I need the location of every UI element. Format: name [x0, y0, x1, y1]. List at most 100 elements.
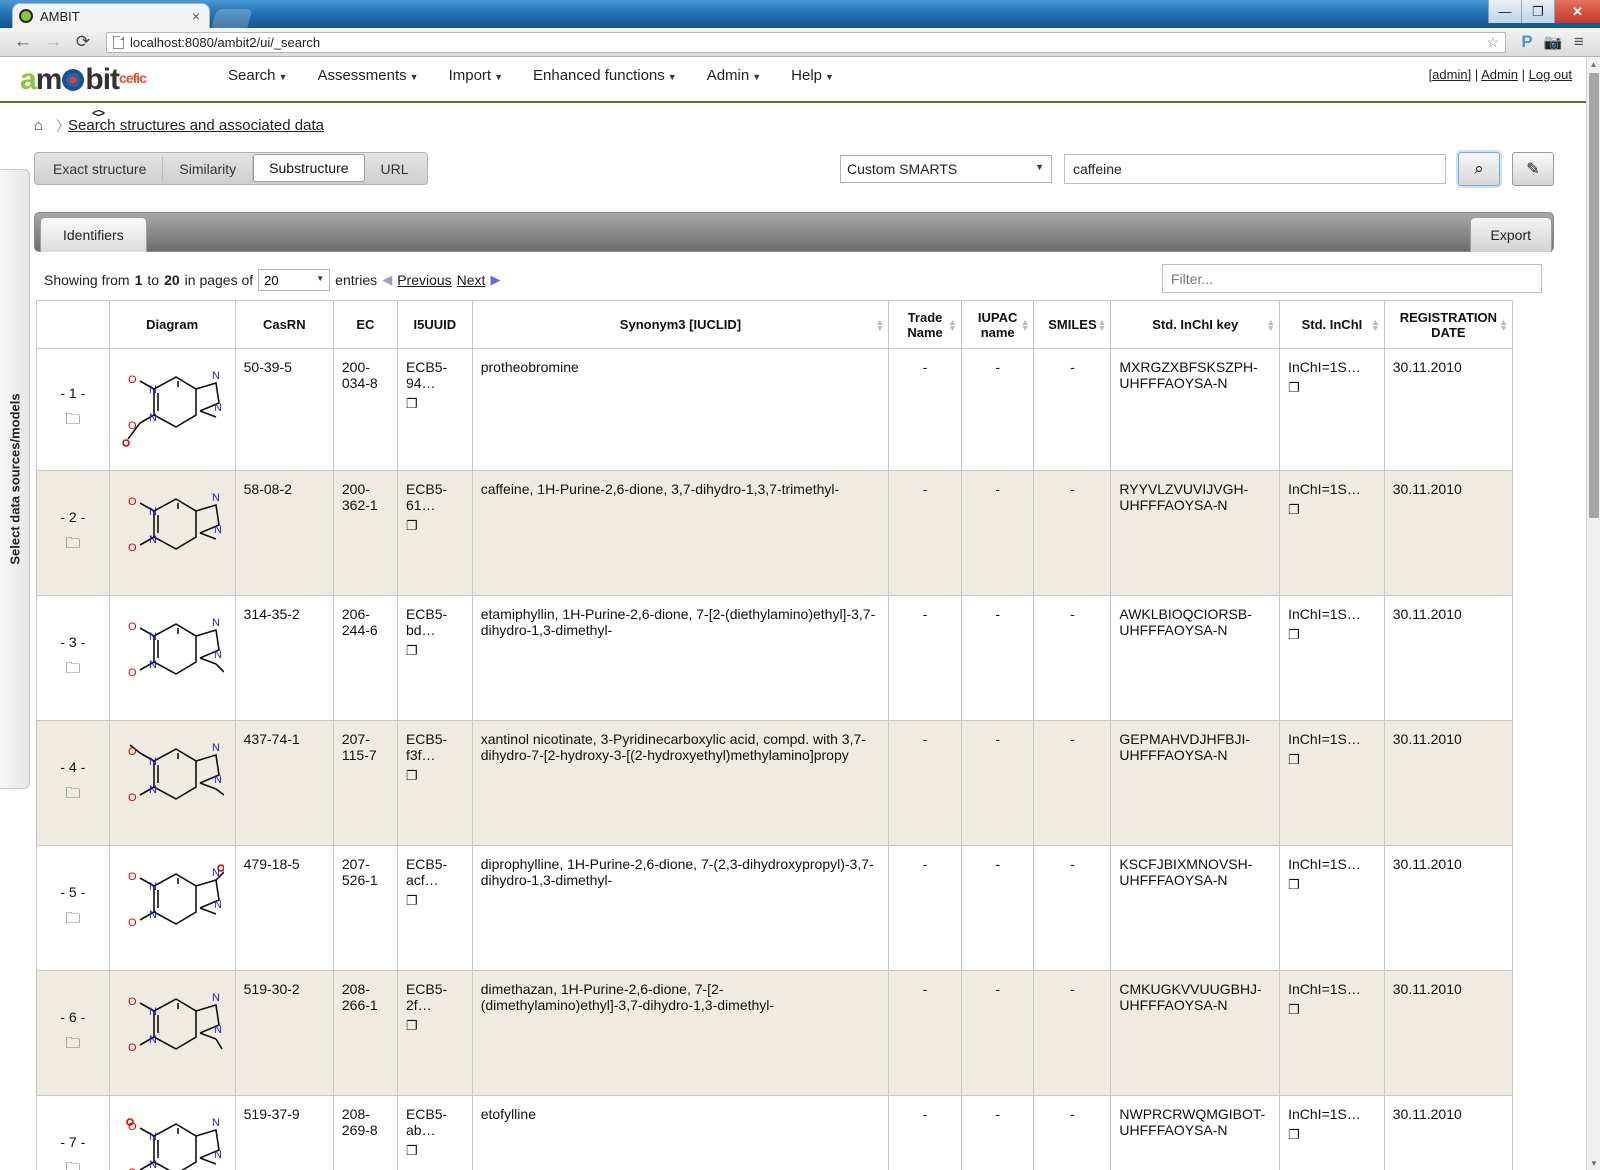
cell-diagram[interactable]: N N N N O O [108, 845, 236, 971]
camera-icon[interactable]: 📷 [1540, 33, 1566, 51]
draw-structure-button[interactable]: ✎ [1512, 152, 1554, 186]
nav-item-admin[interactable]: Admin ▼ [707, 67, 761, 84]
table-row[interactable]: - 2 - 🗀 N N N N O O 58-08-2 200-362-1 EC… [36, 470, 1514, 596]
table-row[interactable]: - 4 - 🗀 N N N N O O 437-74-1 207-115-7 E… [36, 720, 1514, 846]
copy-icon[interactable]: ❐ [1288, 877, 1376, 893]
browser-tab[interactable]: AMBIT × [12, 3, 210, 28]
pocket-icon[interactable]: P [1514, 32, 1540, 52]
table-row[interactable]: - 3 - 🗀 N N N N O O 314-35-2 206-244-6 E… [36, 595, 1514, 721]
cell-diagram[interactable]: N N N N O O [108, 470, 236, 596]
cell-diagram[interactable]: N N N N O O [108, 970, 236, 1096]
home-icon[interactable]: ⌂ [34, 117, 43, 134]
copy-icon[interactable]: ❐ [1288, 380, 1376, 396]
copy-icon[interactable]: ❐ [406, 396, 464, 412]
sort-arrows-icon[interactable]: ▲ ▼ [1499, 317, 1508, 332]
scroll-down-icon[interactable]: ▼ [1587, 1156, 1600, 1170]
copy-icon[interactable]: ❐ [406, 518, 464, 534]
ambit-logo[interactable]: am bitcefic [20, 63, 147, 97]
sort-arrows-icon[interactable]: ▲ ▼ [1021, 317, 1030, 332]
tab-substructure[interactable]: Substructure [253, 154, 365, 182]
forward-icon[interactable]: → [38, 31, 68, 53]
tab-identifiers[interactable]: Identifiers [40, 217, 147, 252]
admin-link[interactable]: Admin [1481, 67, 1518, 82]
copy-icon[interactable]: ❐ [406, 768, 464, 784]
window-close-icon[interactable]: ✕ [1554, 0, 1600, 23]
page-scrollbar[interactable]: ▲ ▼ [1586, 57, 1600, 1170]
cell-diagram[interactable]: N N N N O O [108, 595, 236, 721]
copy-icon[interactable]: ❐ [406, 643, 464, 659]
back-icon[interactable]: ← [8, 31, 38, 53]
minimize-icon[interactable]: — [1488, 0, 1521, 23]
breadcrumb-link-search-structures[interactable]: Search structures and associated data [68, 117, 324, 134]
export-button[interactable]: Export [1469, 217, 1552, 252]
copy-icon[interactable]: ❐ [406, 893, 464, 909]
prev-arrow-icon[interactable]: ◀ [382, 272, 392, 288]
sort-arrows-icon[interactable]: ▲ ▼ [1371, 317, 1380, 332]
nav-item-search[interactable]: Search ▼ [228, 67, 287, 84]
copy-icon[interactable]: ❐ [406, 1018, 464, 1034]
filter-input[interactable] [1162, 264, 1542, 293]
previous-link[interactable]: Previous [397, 272, 451, 288]
cell-std-inchi-key: KSCFJBIXMNOVSH-UHFFFAOYSA-N [1110, 845, 1281, 971]
table-row[interactable]: - 1 - 🗀 N N N N O O 50-39-5 200-034-8 EC… [36, 348, 1514, 471]
browser-menu-icon[interactable]: ≡ [1566, 32, 1592, 52]
sort-arrows-icon[interactable]: ▲ ▼ [948, 317, 957, 332]
sort-arrows-icon[interactable]: ▲ ▼ [1097, 317, 1106, 332]
cell-trade-name: - [888, 595, 962, 721]
search-button[interactable]: ⌕ [1458, 152, 1500, 186]
tab-url[interactable]: URL [365, 156, 425, 182]
table-row[interactable]: - 7 - 🗀 N N N N O O 519-37-9 208-269-8 E… [36, 1095, 1514, 1170]
th-iupac-name[interactable]: IUPAC name ▲ ▼ [960, 300, 1035, 349]
cell-diagram[interactable]: N N N N O O [108, 348, 236, 471]
folder-icon[interactable]: 🗀 [65, 1158, 80, 1170]
nav-item-enhanced-functions[interactable]: Enhanced functions ▼ [533, 67, 677, 84]
th-smiles[interactable]: SMILES ▲ ▼ [1033, 300, 1112, 349]
sidebar-data-sources-tab[interactable]: Select data sources/models [0, 169, 30, 789]
th-std-inchi[interactable]: Std. InChI ▲ ▼ [1279, 300, 1385, 349]
page-size-select[interactable]: 20 [258, 269, 331, 291]
th-trade-name[interactable]: Trade Name ▲ ▼ [888, 300, 962, 349]
cell-smiles: - [1033, 720, 1112, 846]
copy-icon[interactable]: ❐ [1288, 502, 1376, 518]
folder-icon[interactable]: 🗀 [65, 1033, 80, 1058]
folder-icon[interactable]: 🗀 [65, 908, 80, 933]
folder-icon[interactable]: 🗀 [65, 658, 80, 683]
scrollbar-thumb[interactable] [1589, 73, 1599, 518]
current-user-link[interactable]: [admin] [1429, 67, 1472, 82]
address-bar[interactable]: localhost:8080/ambit2/ui/_search ☆ [106, 31, 1506, 53]
new-tab-button[interactable] [211, 9, 253, 28]
sort-arrows-icon[interactable]: ▲ ▼ [1266, 317, 1275, 332]
copy-icon[interactable]: ❐ [1288, 1002, 1376, 1018]
folder-icon[interactable]: 🗀 [65, 533, 80, 558]
table-row[interactable]: - 5 - 🗀 N N N N O O 479-18-5 207-526-1 E… [36, 845, 1514, 971]
scroll-up-icon[interactable]: ▲ [1587, 57, 1600, 71]
tab-exact-structure[interactable]: Exact structure [37, 156, 164, 182]
sort-arrows-icon[interactable]: ▲ ▼ [875, 317, 884, 332]
th-synonym3[interactable]: Synonym3 [IUCLID] ▲ ▼ [471, 300, 890, 349]
search-mode-select[interactable]: Custom SMARTS [840, 155, 1052, 183]
cell-diagram[interactable]: N N N N O O [108, 720, 236, 846]
logout-link[interactable]: Log out [1529, 67, 1572, 82]
next-link[interactable]: Next [457, 272, 486, 288]
tab-similarity[interactable]: Similarity [163, 156, 254, 182]
search-input[interactable] [1064, 154, 1446, 184]
table-row[interactable]: - 6 - 🗀 N N N N O O 519-30-2 208-266-1 E… [36, 970, 1514, 1096]
bookmark-star-icon[interactable]: ☆ [1486, 34, 1499, 51]
copy-icon[interactable]: ❐ [1288, 627, 1376, 643]
cell-diagram[interactable]: N N N N O O [108, 1095, 236, 1170]
next-arrow-icon[interactable]: ▶ [490, 272, 500, 288]
nav-item-assessments[interactable]: Assessments ▼ [317, 67, 418, 84]
folder-icon[interactable]: 🗀 [65, 783, 80, 808]
svg-text:N: N [214, 524, 222, 536]
nav-item-help[interactable]: Help ▼ [791, 67, 834, 84]
th-std-inchi-key[interactable]: Std. InChI key ▲ ▼ [1110, 300, 1281, 349]
close-icon[interactable]: × [189, 8, 203, 24]
folder-icon[interactable]: 🗀 [65, 409, 80, 434]
th-registration-date[interactable]: REGISTRATION DATE ▲ ▼ [1383, 300, 1514, 349]
nav-item-import[interactable]: Import ▼ [449, 67, 503, 84]
reload-icon[interactable]: ⟳ [68, 32, 98, 52]
copy-icon[interactable]: ❐ [1288, 752, 1376, 768]
maximize-icon[interactable]: ❐ [1521, 0, 1554, 23]
copy-icon[interactable]: ❐ [406, 1143, 464, 1159]
copy-icon[interactable]: ❐ [1288, 1127, 1376, 1143]
